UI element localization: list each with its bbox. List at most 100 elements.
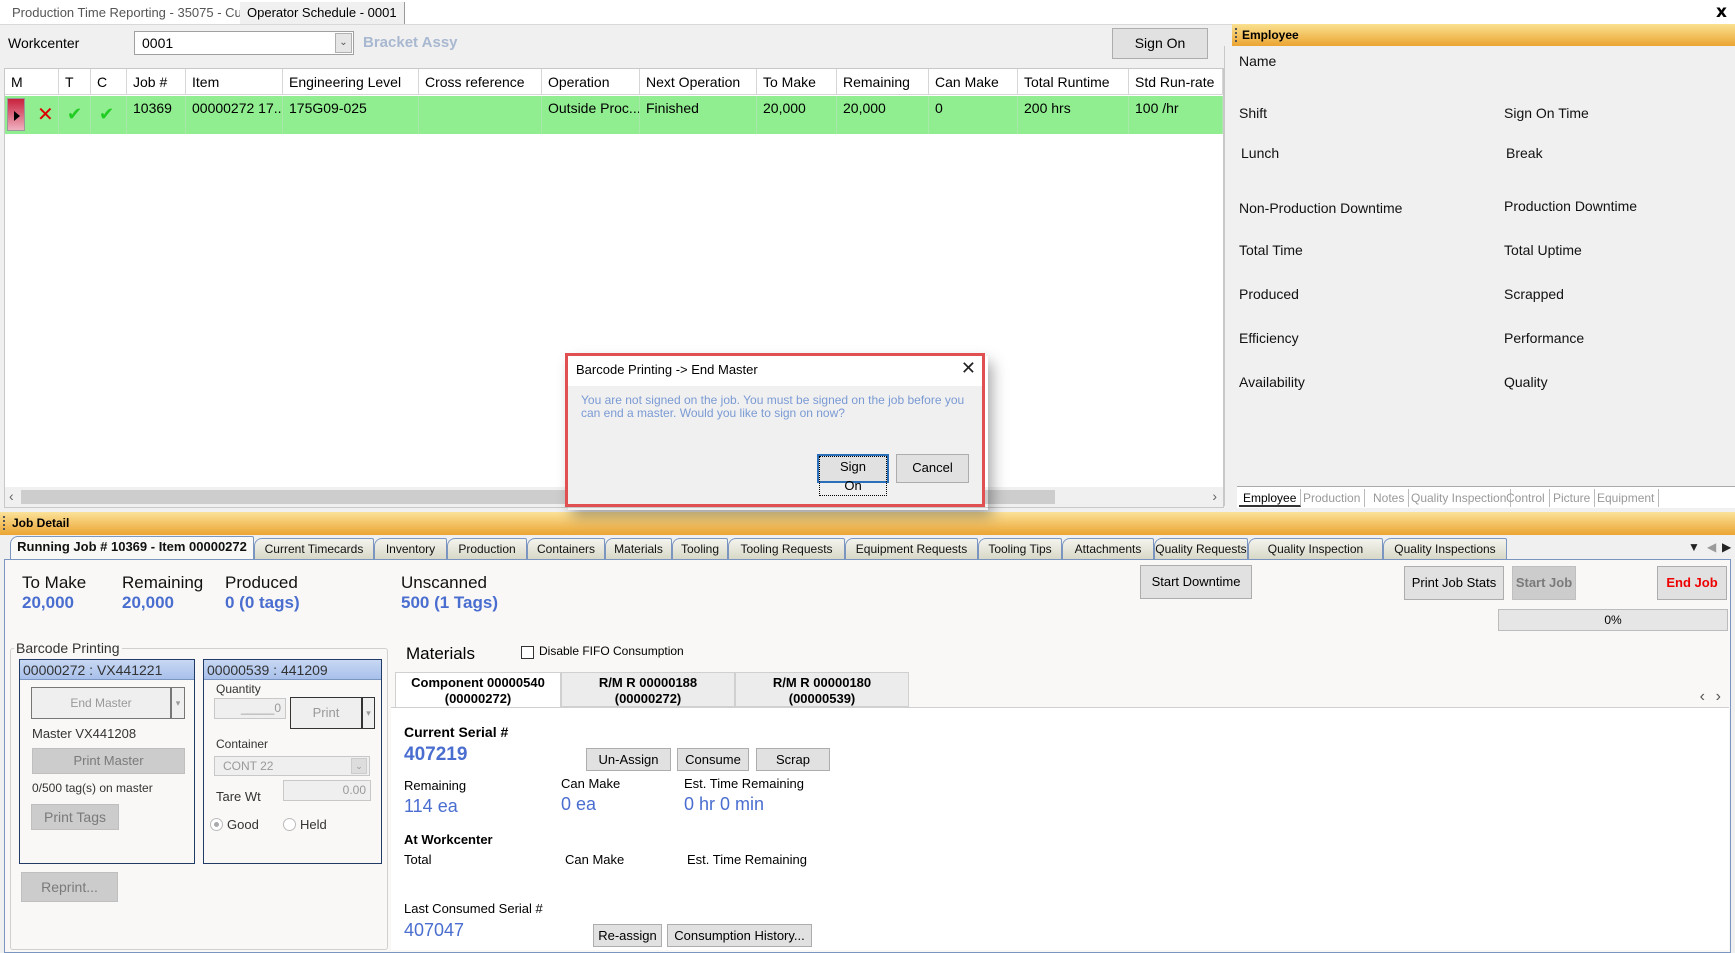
cell-t[interactable]: ✔ — [59, 96, 91, 134]
reassign-button[interactable]: Re-assign — [593, 924, 662, 947]
can-make-label: Can Make — [561, 776, 621, 791]
start-job-button[interactable]: Start Job — [1512, 566, 1576, 600]
col-header-total-runtime[interactable]: Total Runtime — [1018, 69, 1129, 95]
cell-remaining[interactable]: 20,000 — [837, 96, 929, 134]
disable-fifo-checkbox[interactable] — [521, 646, 534, 659]
chevron-down-icon[interactable]: ⌄ — [335, 33, 352, 53]
close-icon[interactable]: x — [1716, 2, 1727, 22]
tab-current-timecards[interactable]: Current Timecards — [254, 538, 374, 559]
tab-materials[interactable]: Materials — [605, 538, 672, 559]
scrap-button[interactable]: Scrap — [756, 748, 830, 771]
cell-std-run-rate[interactable]: 100 /hr — [1129, 96, 1223, 134]
workcenter-dropdown[interactable]: 0001 ⌄ — [134, 31, 354, 55]
cell-item[interactable]: 00000272 17... — [186, 96, 283, 134]
cell-operation[interactable]: Outside Proc... — [542, 96, 640, 134]
scroll-left-icon[interactable]: ‹ — [9, 488, 14, 504]
start-downtime-button[interactable]: Start Downtime — [1140, 565, 1252, 599]
material-tabs-right-icon[interactable]: › — [1716, 688, 1721, 706]
print-button[interactable]: Print — [290, 697, 362, 729]
end-master-dropdown-icon[interactable]: ▾ — [171, 687, 185, 719]
tab-containers[interactable]: Containers — [527, 538, 605, 559]
col-header-job[interactable]: Job # — [127, 69, 186, 95]
cell-total-runtime[interactable]: 200 hrs — [1018, 96, 1129, 134]
tab-employee[interactable]: Employee — [1239, 489, 1302, 507]
tab-quality-inspection[interactable]: Quality Inspection — [1407, 489, 1512, 507]
cell-to-make[interactable]: 20,000 — [757, 96, 837, 134]
tab-scroll-right-icon[interactable]: ▶ — [1722, 540, 1731, 554]
tare-weight-input[interactable]: 0.00 — [283, 780, 371, 801]
material-tab-rm-180[interactable]: R/M R 00000180 (00000539) — [735, 672, 909, 707]
tab-tooling-requests[interactable]: Tooling Requests — [728, 538, 845, 559]
tab-tooling[interactable]: Tooling — [672, 538, 728, 559]
cell-can-make[interactable]: 0 — [929, 96, 1018, 134]
tab-picture[interactable]: Picture — [1549, 489, 1596, 507]
cell-engineering-level[interactable]: 175G09-025 — [283, 96, 419, 134]
tab-attachments[interactable]: Attachments — [1062, 538, 1154, 559]
cell-cross-reference[interactable] — [419, 96, 542, 134]
tab-production[interactable]: Production — [1299, 489, 1366, 507]
tab-quality-inspections[interactable]: Quality Inspections — [1383, 538, 1507, 559]
cell-c[interactable]: ✔ — [91, 96, 127, 134]
quantity-input[interactable]: _____0 — [214, 698, 286, 719]
doc-tab-operator-schedule[interactable]: Operator Schedule - 0001 — [240, 2, 405, 24]
col-header-next-operation[interactable]: Next Operation — [640, 69, 757, 95]
held-radio[interactable] — [283, 818, 296, 831]
table-row[interactable]: ✕ ✔ ✔ 10369 00000272 17... 175G09-025 Ou… — [5, 96, 1223, 134]
col-header-std-run-rate[interactable]: Std Run-rate — [1129, 69, 1223, 95]
good-radio[interactable] — [210, 818, 223, 831]
dialog-sign-on-button[interactable]: Sign On — [817, 454, 889, 496]
tab-inventory[interactable]: Inventory — [374, 538, 447, 559]
tab-quality-requests[interactable]: Quality Requests — [1154, 538, 1248, 559]
dialog-cancel-button[interactable]: Cancel — [896, 454, 969, 483]
print-dropdown-icon[interactable]: ▾ — [362, 697, 375, 729]
unassign-button[interactable]: Un-Assign — [586, 748, 671, 771]
barcode-panel-component-title: 00000539 : 441209 — [204, 660, 381, 680]
col-header-cross-reference[interactable]: Cross reference — [419, 69, 542, 95]
print-tags-button[interactable]: Print Tags — [31, 804, 119, 830]
tab-list-icon[interactable]: ▼ — [1688, 540, 1700, 554]
print-master-button[interactable]: Print Master — [32, 748, 185, 774]
material-tab-component[interactable]: Component 00000540 (00000272) — [395, 672, 561, 708]
produced-value: 0 (0 tags) — [225, 593, 300, 612]
tab-scroll-left-icon[interactable]: ◀ — [1707, 540, 1716, 554]
chevron-down-icon[interactable]: ⌄ — [351, 758, 367, 774]
tab-production[interactable]: Production — [447, 538, 527, 559]
print-job-stats-button[interactable]: Print Job Stats — [1404, 566, 1504, 600]
col-header-operation[interactable]: Operation — [542, 69, 640, 95]
container-dropdown[interactable]: CONT 22 ⌄ — [214, 756, 370, 776]
material-tab-rm-188[interactable]: R/M R 00000188 (00000272) — [561, 672, 735, 707]
end-job-button[interactable]: End Job — [1657, 566, 1727, 600]
col-header-c[interactable]: C — [91, 69, 127, 95]
scroll-right-icon[interactable]: › — [1212, 488, 1217, 504]
material-tabs-left-icon[interactable]: ‹ — [1700, 688, 1705, 706]
dialog-sign-on-label: Sign On — [819, 456, 887, 496]
end-master-button[interactable]: End Master — [31, 687, 171, 719]
tab-equipment[interactable]: Equipment — [1593, 489, 1660, 507]
close-icon[interactable]: ✕ — [961, 358, 976, 379]
col-header-can-make[interactable]: Can Make — [929, 69, 1018, 95]
reprint-button[interactable]: Reprint... — [21, 872, 118, 902]
col-header-to-make[interactable]: To Make — [757, 69, 837, 95]
cell-m[interactable]: ✕ — [29, 96, 59, 134]
container-label: Container — [216, 737, 269, 751]
tab-equipment-requests[interactable]: Equipment Requests — [845, 538, 978, 559]
tab-notes[interactable]: Notes — [1369, 489, 1410, 507]
tab-control[interactable]: Control — [1502, 489, 1550, 507]
consume-button[interactable]: Consume — [677, 748, 749, 771]
tab-quality-inspection-charts[interactable]: Quality Inspection Charts — [1248, 538, 1383, 576]
sign-on-button[interactable]: Sign On — [1112, 28, 1208, 59]
col-header-item[interactable]: Item — [186, 69, 283, 95]
col-header-remaining[interactable]: Remaining — [837, 69, 929, 95]
tab-tooling-tips[interactable]: Tooling Tips — [978, 538, 1062, 559]
col-header-engineering-level[interactable]: Engineering Level — [283, 69, 419, 95]
cell-job[interactable]: 10369 — [127, 96, 186, 134]
row-selector[interactable] — [7, 98, 25, 131]
cell-next-operation[interactable]: Finished — [640, 96, 757, 134]
grip-icon[interactable] — [1235, 28, 1237, 42]
col-header-t[interactable]: T — [59, 69, 91, 95]
col-header-m[interactable]: M — [5, 69, 59, 95]
doc-tab-production-time-reporting[interactable]: Production Time Reporting - 35075 - Curr… — [5, 2, 276, 24]
tab-running-job[interactable]: Running Job # 10369 - Item 00000272 — [10, 536, 254, 560]
consumption-history-button[interactable]: Consumption History... — [667, 924, 812, 947]
grip-icon[interactable] — [3, 516, 5, 530]
